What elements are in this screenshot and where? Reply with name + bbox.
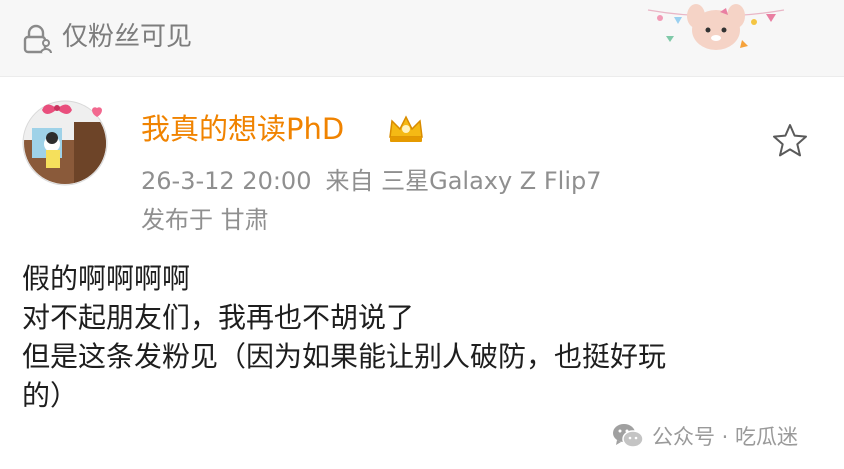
post-visibility-bar: 仅粉丝可见 — [0, 0, 844, 77]
post-meta: 26-3-12 20:00 来自 三星Galaxy Z Flip7 — [141, 165, 616, 197]
content-line: 对不起朋友们，我再也不胡说了 — [22, 301, 415, 334]
user-avatar[interactable] — [22, 100, 108, 186]
post-date: 26-3-12 20:00 — [141, 167, 312, 195]
post-location: 发布于 甘肃 — [141, 206, 269, 234]
watermark-text: 公众号 · 吃瓜迷 — [652, 425, 799, 449]
crown-vip-icon — [389, 115, 423, 142]
cartoon-character-sticker — [647, 4, 785, 50]
content-line: 但是这条发粉见（因为如果能让别人破防，也挺好玩 — [22, 340, 667, 373]
wechat-icon — [613, 424, 644, 448]
content-line: 假的啊啊啊啊 — [22, 262, 191, 295]
watermark: 公众号 · 吃瓜迷 — [612, 419, 798, 453]
lock-user-icon — [22, 24, 52, 54]
weibo-post: 我真的想读PhD 26-3-12 20:00 来自 三星Galaxy Z Flip… — [0, 77, 844, 469]
post-content: 假的啊啊啊啊 对不起朋友们，我再也不胡说了 但是这条发粉见（因为如果能让别人破防… — [22, 259, 822, 415]
username[interactable]: 我真的想读PhD — [141, 109, 344, 149]
content-line: 的） — [22, 379, 79, 412]
visibility-label: 仅粉丝可见 — [62, 22, 193, 52]
star-icon[interactable] — [770, 121, 810, 161]
post-source: 来自 三星Galaxy Z Flip7 — [325, 167, 602, 195]
